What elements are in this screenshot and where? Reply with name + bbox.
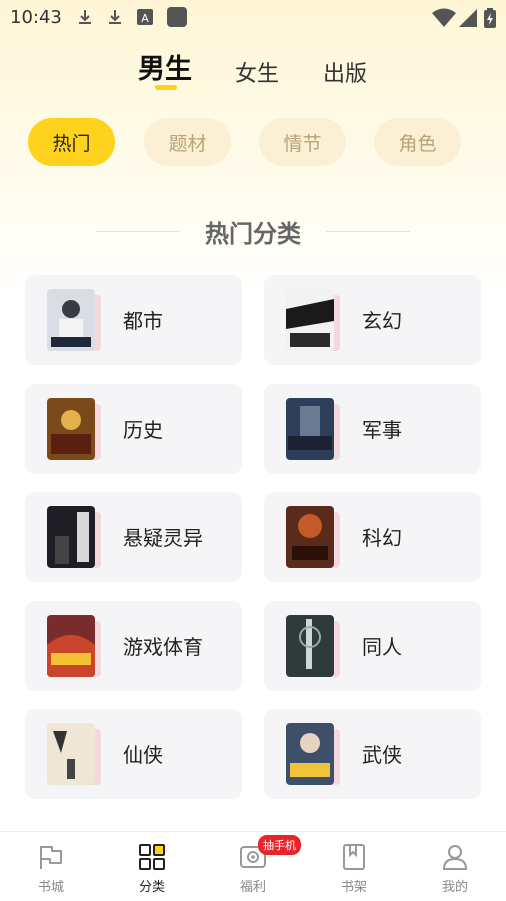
active-tab-indicator: [155, 85, 177, 90]
nav-bookstore[interactable]: 书城: [21, 842, 81, 895]
category-label: 军事: [362, 418, 402, 442]
bookshelf-book-icon: [343, 844, 365, 870]
book-cover: [47, 723, 95, 785]
cover-stack: [286, 615, 346, 677]
category-grid-icon: [139, 844, 165, 870]
battery-charging-icon: [484, 8, 496, 28]
category-card-fanfic[interactable]: 同人: [264, 601, 481, 691]
category-card-military[interactable]: 军事: [264, 384, 481, 474]
category-label: 武侠: [362, 743, 402, 767]
profile-person-icon: [442, 845, 468, 870]
category-card-urban[interactable]: 都市: [25, 275, 242, 365]
wifi-icon: [432, 8, 456, 27]
filter-chip-plot[interactable]: 情节: [259, 118, 346, 166]
nav-label: 我的: [441, 880, 468, 895]
cover-stack: [286, 723, 346, 785]
section-title: 热门分类: [205, 220, 301, 248]
tab-female[interactable]: 女生: [235, 56, 279, 88]
category-card-history[interactable]: 历史: [25, 384, 242, 474]
book-cover: [47, 398, 95, 460]
cover-stack: [47, 723, 107, 785]
book-cover: [286, 289, 334, 351]
category-label: 历史: [123, 418, 163, 442]
category-label: 同人: [362, 635, 402, 659]
nav-bookshelf[interactable]: 书架: [324, 842, 384, 895]
category-card-games-sports[interactable]: 游戏体育: [25, 601, 242, 691]
book-cover: [286, 615, 334, 677]
book-cover: [47, 506, 95, 568]
signal-icon: [459, 9, 477, 27]
cover-stack: [47, 289, 107, 351]
category-label: 仙侠: [123, 743, 163, 767]
cover-stack: [286, 506, 346, 568]
category-card-mystery[interactable]: 悬疑灵异: [25, 492, 242, 582]
filter-chip-role[interactable]: 角色: [374, 118, 461, 166]
svg-text:A: A: [141, 12, 149, 25]
nav-label: 分类: [138, 880, 165, 895]
cover-stack: [47, 398, 107, 460]
filter-chip-hot[interactable]: 热门: [28, 118, 115, 166]
category-label: 都市: [123, 309, 163, 333]
category-label: 玄幻: [362, 309, 402, 333]
filter-chip-theme[interactable]: 题材: [144, 118, 231, 166]
cover-stack: [286, 289, 346, 351]
download-icon: [79, 10, 91, 24]
app-square-icon: [167, 7, 187, 27]
cover-stack: [286, 398, 346, 460]
font-app-icon: A: [137, 9, 153, 25]
book-cover: [286, 723, 334, 785]
nav-label: 福利: [239, 880, 266, 895]
download-icon: [109, 10, 121, 24]
book-cover: [286, 398, 334, 460]
nav-profile[interactable]: 我的: [425, 842, 485, 895]
book-cover: [47, 289, 95, 351]
cover-stack: [47, 615, 107, 677]
nav-category[interactable]: 分类: [122, 842, 182, 895]
nav-label: 书城: [37, 880, 64, 895]
category-label: 悬疑灵异: [123, 526, 203, 550]
category-label: 游戏体育: [123, 635, 203, 659]
category-card-fantasy[interactable]: 玄幻: [264, 275, 481, 365]
status-time: 10:43: [10, 7, 62, 28]
tab-male[interactable]: 男生: [138, 47, 192, 86]
category-card-wuxia[interactable]: 武侠: [264, 709, 481, 799]
book-cover: [286, 506, 334, 568]
category-card-xianxia[interactable]: 仙侠: [25, 709, 242, 799]
welfare-badge: 抽手机: [258, 835, 301, 855]
divider-right: [326, 231, 410, 232]
category-card-scifi[interactable]: 科幻: [264, 492, 481, 582]
bookstore-flag-icon: [40, 846, 62, 869]
tab-publish[interactable]: 出版: [323, 56, 367, 88]
nav-label: 书架: [340, 880, 367, 895]
cover-stack: [47, 506, 107, 568]
category-label: 科幻: [362, 526, 402, 550]
status-bar: 10:43 A: [0, 0, 506, 36]
bottom-nav: 书城 分类 福利 抽手机 书架 我的: [0, 831, 506, 901]
gender-tabs: 男生 女生 出版: [0, 50, 506, 100]
book-cover: [47, 615, 95, 677]
